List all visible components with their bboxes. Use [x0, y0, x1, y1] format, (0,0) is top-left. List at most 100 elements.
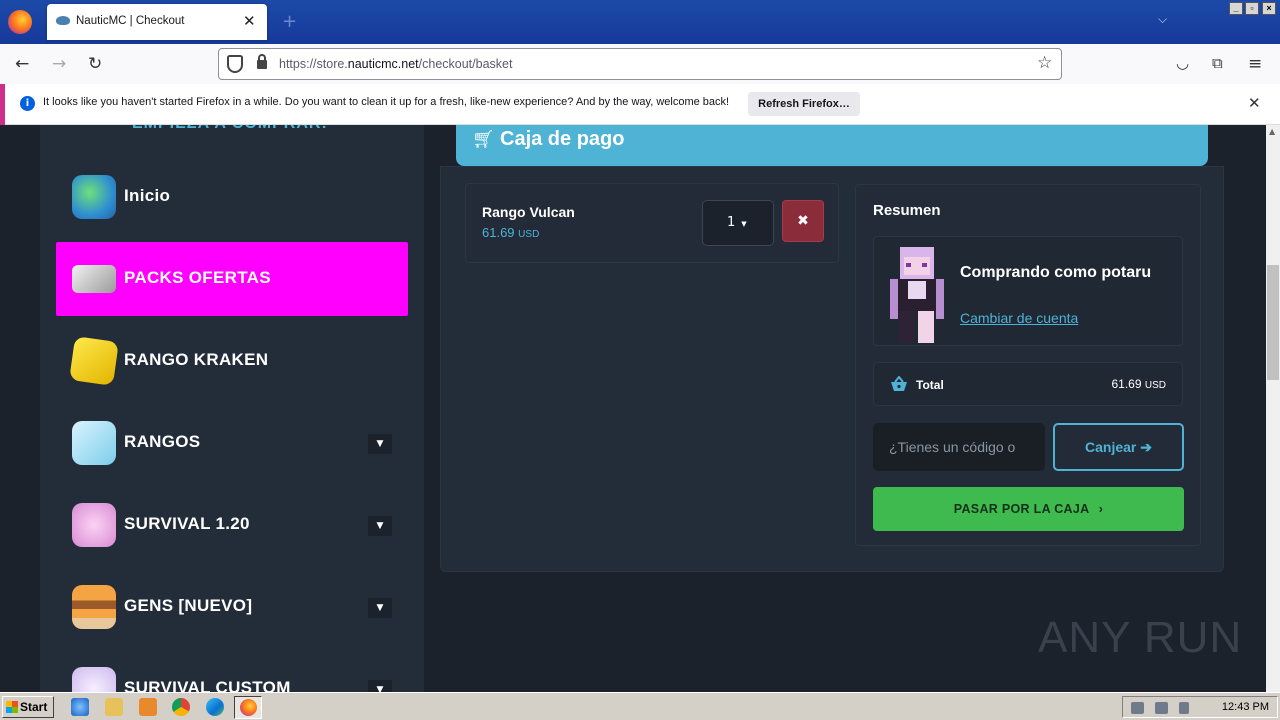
- chevron-down-icon[interactable]: ▼: [368, 680, 392, 692]
- sidebar-item-rangos[interactable]: RANGOS ▼: [56, 406, 408, 480]
- flag-icon[interactable]: [1179, 702, 1189, 714]
- arrow-right-icon: ➔: [1140, 439, 1152, 455]
- player-skin-avatar: [890, 247, 944, 343]
- notification-text: It looks like you haven't started Firefo…: [43, 96, 730, 108]
- hamburger-menu-icon[interactable]: ≡: [1248, 54, 1262, 74]
- page-scrollbar[interactable]: ▲: [1266, 125, 1280, 692]
- snow-block-icon: [72, 667, 116, 692]
- sidebar-item-label: RANGO KRAKEN: [124, 350, 269, 369]
- page-content: EMPIEZA A COMPRAR! Inicio PACKS OFERTAS …: [0, 125, 1266, 692]
- checkout-header: 🛒︎ Caja de pago: [456, 125, 1208, 166]
- checkout-button[interactable]: PASAR POR LA CAJA ›: [873, 487, 1184, 531]
- pocket-icon[interactable]: ◡: [1176, 54, 1189, 72]
- basket-icon: [891, 376, 907, 391]
- reload-icon[interactable]: ↻: [88, 54, 102, 74]
- media-player-icon[interactable]: [139, 698, 157, 716]
- chevron-down-icon[interactable]: ▼: [368, 516, 392, 536]
- sidebar-item-label: SURVIVAL 1.20: [124, 514, 250, 533]
- firefox-taskbar-button[interactable]: [234, 696, 262, 719]
- address-bar[interactable]: https://store.nauticmc.net/checkout/bask…: [218, 48, 1062, 80]
- lock-icon[interactable]: [257, 54, 267, 69]
- minimize-button[interactable]: _: [1229, 2, 1243, 15]
- tab-list-chevron-icon[interactable]: ⌵: [1158, 12, 1167, 27]
- info-icon: i: [20, 96, 35, 111]
- watermark: ANY RUN: [1038, 613, 1243, 662]
- restore-button[interactable]: ▫: [1245, 2, 1259, 15]
- cake-block-icon: [72, 585, 116, 629]
- taskbar: Start 12:43 PM: [0, 692, 1280, 720]
- forward-arrow-icon[interactable]: →: [52, 54, 66, 74]
- cart-icon: 🛒︎: [472, 129, 495, 150]
- item-name: Rango Vulcan: [482, 204, 575, 220]
- quantity-select[interactable]: 1 ▼: [702, 200, 774, 246]
- item-price: 61.69 USD: [482, 225, 540, 240]
- extensions-icon[interactable]: ⧉: [1212, 54, 1223, 72]
- chevron-right-icon: ›: [1098, 502, 1104, 516]
- favicon-icon: [56, 16, 70, 25]
- shield-icon[interactable]: [227, 55, 243, 73]
- total-value: 61.69 USD: [1111, 377, 1167, 391]
- volume-icon[interactable]: [1131, 702, 1144, 714]
- chevron-down-icon[interactable]: ▼: [368, 434, 392, 454]
- system-tray: 12:43 PM: [1122, 696, 1278, 718]
- firefox-icon: [240, 699, 257, 716]
- navigation-bar: ← → ↻ https://store.nauticmc.net/checkou…: [0, 44, 1280, 84]
- scroll-up-icon[interactable]: ▲: [1269, 127, 1275, 136]
- basket-item: Rango Vulcan 61.69 USD 1 ▼ ✖: [465, 183, 839, 263]
- chevron-down-icon[interactable]: ▼: [368, 598, 392, 618]
- network-icon[interactable]: [1155, 702, 1168, 714]
- ie-icon[interactable]: [71, 698, 89, 716]
- notification-bar: i It looks like you haven't started Fire…: [0, 84, 1280, 125]
- lucky-block-icon: [69, 336, 119, 386]
- summary-panel: Resumen Comprando como potaru Cambiar de…: [855, 184, 1201, 546]
- total-row: Total 61.69 USD: [873, 362, 1183, 406]
- sidebar-item-label: Inicio: [124, 186, 171, 205]
- sidebar-item-label: PACKS OFERTAS: [124, 268, 271, 287]
- tab-close-icon[interactable]: ✕: [243, 12, 256, 30]
- redeem-button[interactable]: Canjear ➔: [1053, 423, 1184, 471]
- sidebar-item-packs-ofertas[interactable]: PACKS OFERTAS: [56, 242, 408, 316]
- sidebar-item-label: GENS [NUEVO]: [124, 596, 253, 615]
- notification-close-icon[interactable]: ✕: [1248, 94, 1261, 112]
- tab-title: NauticMC | Checkout: [76, 15, 185, 27]
- new-tab-icon[interactable]: +: [282, 11, 297, 32]
- tag-icon: [72, 265, 116, 293]
- firefox-logo-icon[interactable]: [8, 10, 32, 34]
- bookmark-star-icon[interactable]: ☆: [1037, 53, 1052, 73]
- sidebar-item-label: RANGOS: [124, 432, 201, 451]
- sidebar-item-rango-kraken[interactable]: RANGO KRAKEN: [56, 324, 408, 398]
- summary-title: Resumen: [873, 202, 941, 219]
- clock: 12:43 PM: [1221, 701, 1269, 713]
- back-arrow-icon[interactable]: ←: [15, 54, 29, 74]
- globe-icon: [72, 175, 116, 219]
- sidebar-heading: EMPIEZA A COMPRAR!: [132, 125, 328, 133]
- browser-tab[interactable]: NauticMC | Checkout ✕: [47, 4, 267, 40]
- ice-block-icon: [72, 421, 116, 465]
- buyer-card: Comprando como potaru Cambiar de cuenta: [873, 236, 1183, 346]
- browser-tab-strip: NauticMC | Checkout ✕ + ⌵ _ ▫ ×: [0, 0, 1280, 44]
- folder-icon[interactable]: [105, 698, 123, 716]
- checkout-panel: Rango Vulcan 61.69 USD 1 ▼ ✖ Resumen Com…: [440, 166, 1224, 572]
- windows-logo-icon: [6, 701, 18, 713]
- edge-icon[interactable]: [206, 698, 224, 716]
- sidebar-item-gens[interactable]: GENS [NUEVO] ▼: [56, 570, 408, 644]
- notification-accent: [0, 84, 5, 125]
- pink-block-icon: [72, 503, 116, 547]
- refresh-firefox-button[interactable]: Refresh Firefox…: [748, 92, 860, 116]
- coupon-input[interactable]: [873, 423, 1045, 471]
- start-button[interactable]: Start: [2, 696, 54, 718]
- sidebar-item-survival-120[interactable]: SURVIVAL 1.20 ▼: [56, 488, 408, 562]
- sidebar-item-survival-custom[interactable]: SURVIVAL CUSTOM ▼: [56, 652, 408, 692]
- close-window-button[interactable]: ×: [1262, 2, 1276, 15]
- store-sidebar: EMPIEZA A COMPRAR! Inicio PACKS OFERTAS …: [40, 125, 424, 692]
- buying-as-label: Comprando como potaru: [960, 264, 1152, 281]
- remove-item-button[interactable]: ✖: [782, 200, 824, 242]
- change-account-link[interactable]: Cambiar de cuenta: [960, 310, 1078, 326]
- url-text[interactable]: https://store.nauticmc.net/checkout/bask…: [279, 57, 512, 71]
- sidebar-item-label: SURVIVAL CUSTOM: [124, 678, 291, 692]
- total-label: Total: [916, 378, 944, 392]
- page-title: Caja de pago: [500, 128, 625, 150]
- sidebar-item-inicio[interactable]: Inicio: [56, 160, 408, 234]
- scroll-thumb[interactable]: [1267, 265, 1279, 380]
- chrome-icon[interactable]: [172, 698, 190, 716]
